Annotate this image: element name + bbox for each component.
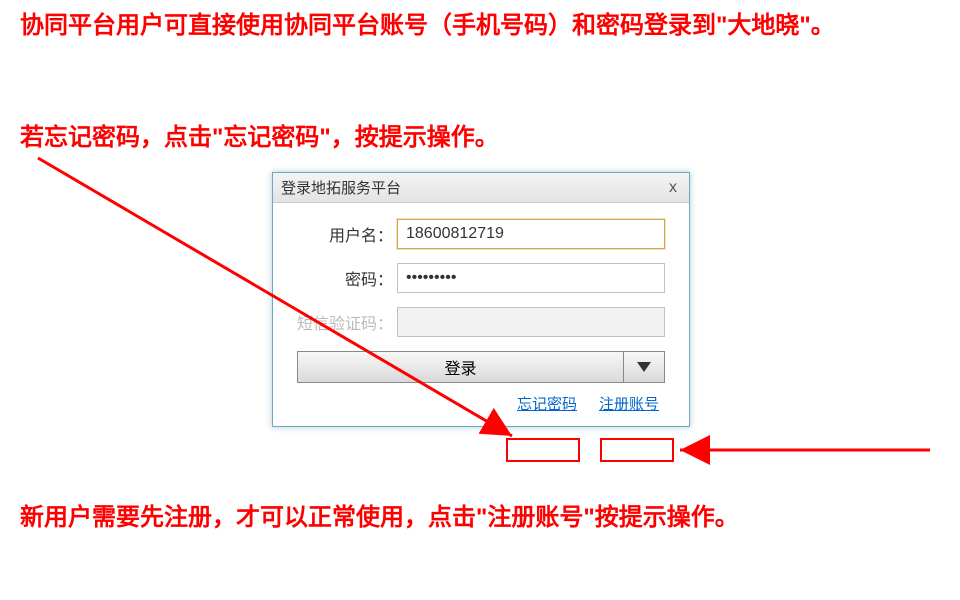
- password-input[interactable]: [397, 263, 665, 293]
- instruction-paragraph-2: 若忘记密码，点击"忘记密码"，按提示操作。: [0, 120, 920, 156]
- close-icon[interactable]: x: [665, 179, 681, 197]
- dialog-titlebar: 登录地拓服务平台 x: [273, 173, 689, 203]
- instruction-paragraph-1: 协同平台用户可直接使用协同平台账号（手机号码）和密码登录到"大地晓"。: [0, 8, 920, 44]
- username-label: 用户名：: [297, 222, 397, 246]
- smscode-label: 短信验证码：: [297, 310, 397, 334]
- dialog-title: 登录地拓服务平台: [281, 177, 401, 198]
- login-row: 登录: [297, 351, 665, 383]
- annotation-box-register: [600, 438, 674, 462]
- login-button[interactable]: 登录: [298, 352, 624, 382]
- password-label: 密码：: [297, 266, 397, 290]
- username-row: 用户名：: [297, 219, 665, 249]
- dialog-body: 用户名： 密码： 短信验证码： 登录 忘记密码 注册账号: [273, 203, 689, 426]
- instruction-paragraph-3: 新用户需要先注册，才可以正常使用，点击"注册账号"按提示操作。: [0, 500, 920, 536]
- password-row: 密码：: [297, 263, 665, 293]
- login-dropdown-toggle[interactable]: [624, 352, 664, 382]
- smscode-input[interactable]: [397, 307, 665, 337]
- login-dialog: 登录地拓服务平台 x 用户名： 密码： 短信验证码： 登录 忘记密码 注册账号: [272, 172, 690, 427]
- chevron-down-icon: [637, 362, 651, 372]
- forgot-password-link[interactable]: 忘记密码: [517, 393, 577, 414]
- annotation-box-forgot: [506, 438, 580, 462]
- link-row: 忘记密码 注册账号: [297, 391, 665, 414]
- register-account-link[interactable]: 注册账号: [599, 393, 659, 414]
- username-input[interactable]: [397, 219, 665, 249]
- smscode-row: 短信验证码：: [297, 307, 665, 337]
